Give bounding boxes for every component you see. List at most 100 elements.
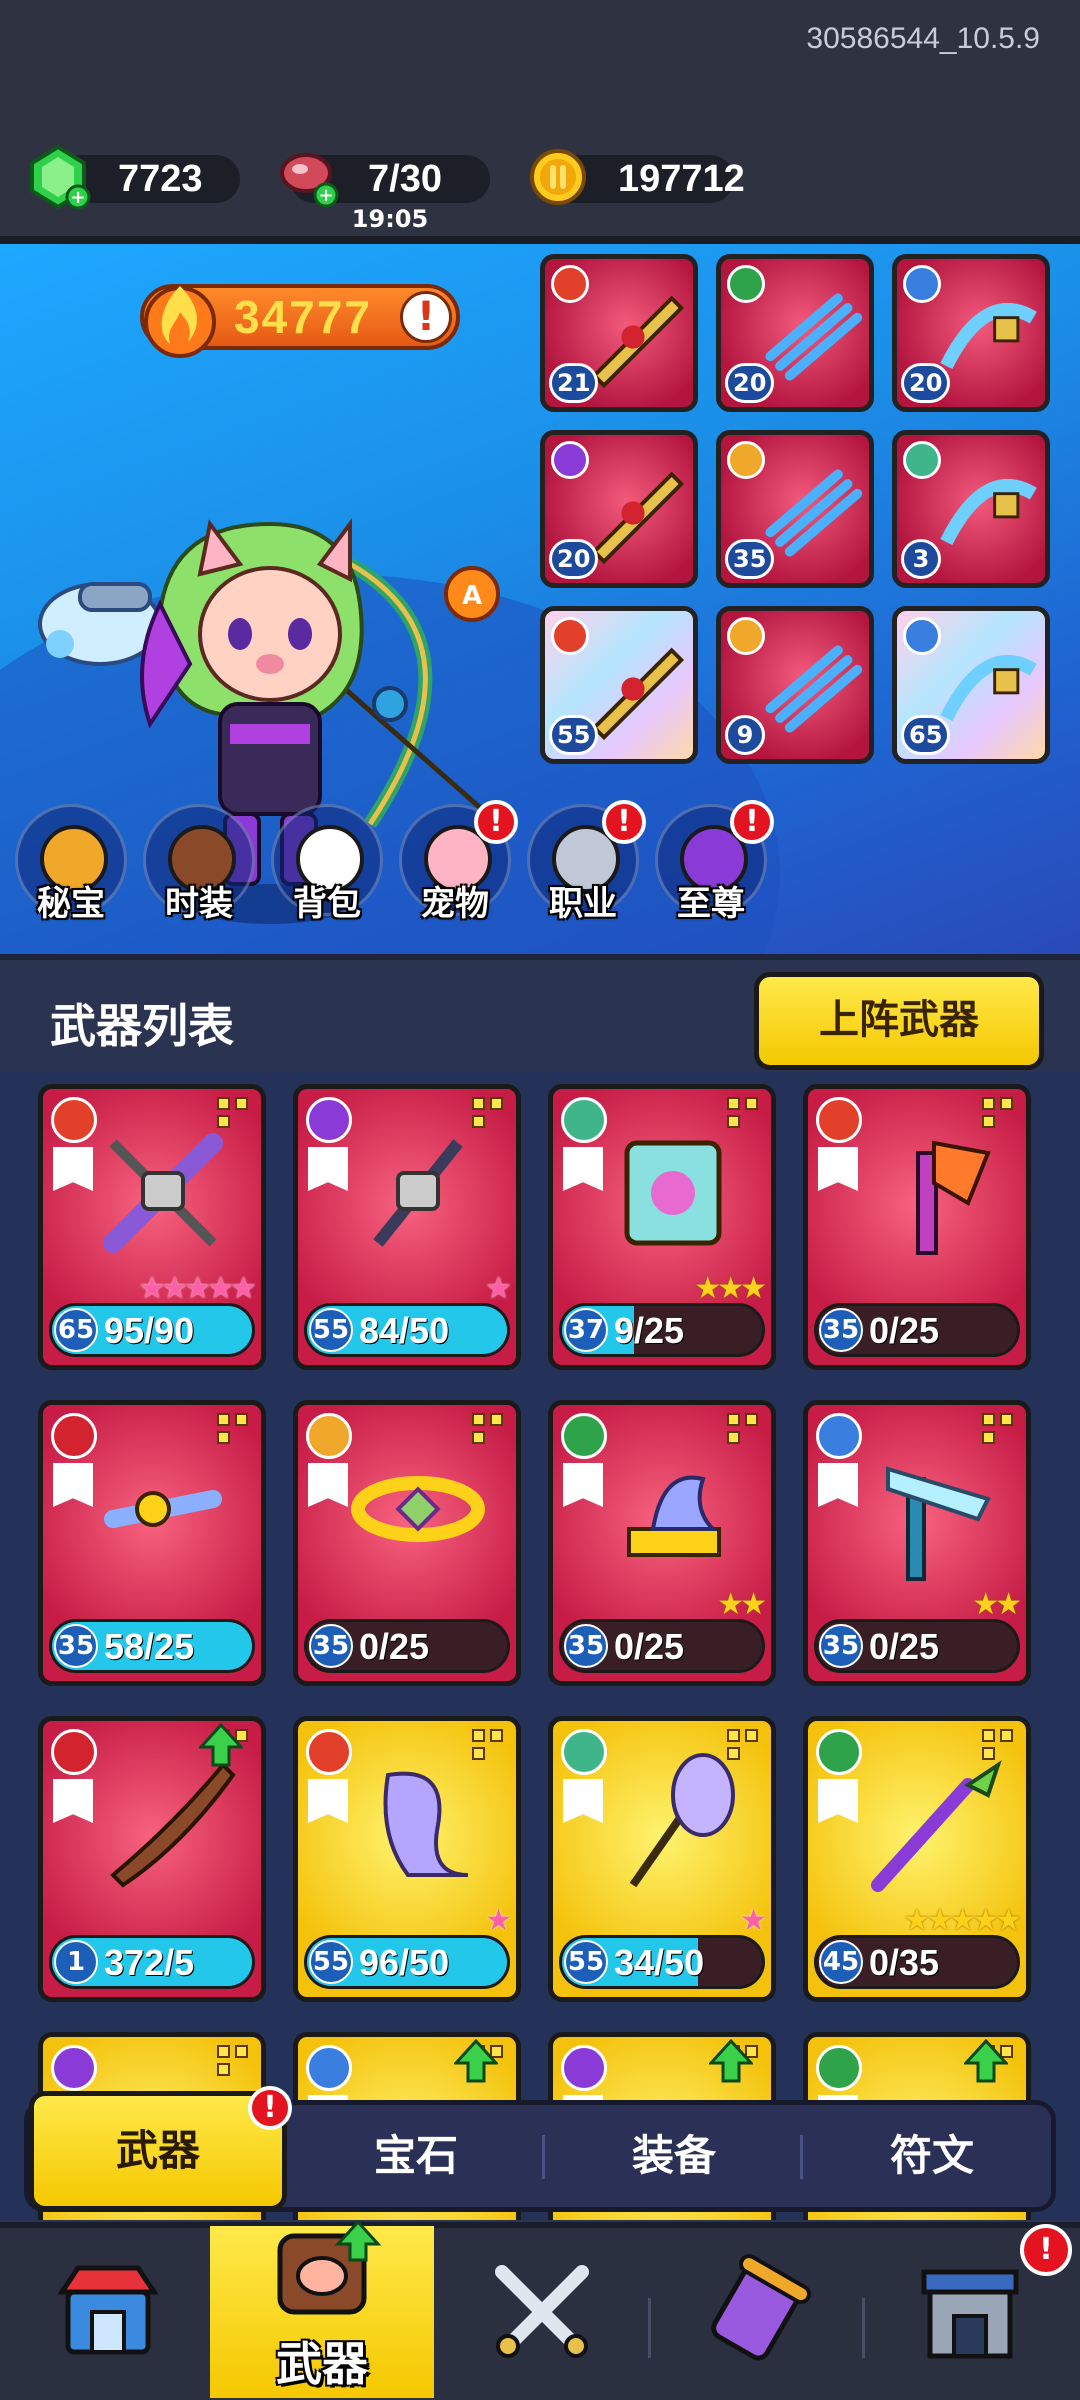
wind-element-icon bbox=[561, 1729, 607, 1775]
equipped-slot[interactable]: 20 bbox=[716, 254, 874, 412]
weapon-card[interactable]: ★★★★★ 45 0/35 bbox=[803, 1716, 1031, 2002]
lightning-element-icon bbox=[51, 2045, 97, 2091]
nav-label: 武器 bbox=[276, 2337, 368, 2391]
equipped-slot[interactable]: 55 bbox=[540, 606, 698, 764]
scroll-icon bbox=[711, 2254, 811, 2361]
slot-level: 20 bbox=[549, 539, 599, 579]
weapon-card[interactable]: 35 58/25 bbox=[38, 1400, 266, 1686]
weapon-card[interactable]: ★ 55 34/50 bbox=[548, 1716, 776, 2002]
class-ribbon-icon bbox=[563, 1147, 603, 1191]
weapon-card[interactable]: ★★★ 37 9/25 bbox=[548, 1084, 776, 1370]
weapon-card[interactable]: ★★ 35 0/25 bbox=[803, 1400, 1031, 1686]
shard-progress-bar: 55 84/50 bbox=[304, 1303, 510, 1357]
coin-value: 197712 bbox=[618, 157, 745, 200]
coin-counter[interactable]: 197712 bbox=[530, 149, 745, 205]
class-ribbon-icon bbox=[818, 1147, 858, 1191]
equipped-slot[interactable]: 21 bbox=[540, 254, 698, 412]
meat-icon: + bbox=[280, 153, 339, 208]
stamina-value: 7/30 bbox=[368, 157, 442, 200]
tab-runes[interactable]: 符文 bbox=[803, 2105, 1061, 2207]
stamina-counter[interactable]: + 7/30 19:05 bbox=[280, 153, 490, 233]
equipped-slot[interactable]: 20 bbox=[892, 254, 1050, 412]
gem-value: 7723 bbox=[118, 157, 203, 200]
star-rating: ★ bbox=[485, 1903, 512, 1938]
combat-power-value: 34777 bbox=[234, 291, 372, 343]
menu-treasure-pot[interactable]: 秘宝 bbox=[12, 804, 130, 956]
nav-weapon-chest[interactable]: 武器 bbox=[210, 2219, 434, 2398]
weapon-level: 1 bbox=[54, 1940, 98, 1984]
weapon-card[interactable]: 1 372/5 bbox=[38, 1716, 266, 2002]
equipped-slot[interactable]: 20 bbox=[540, 430, 698, 588]
building-icon bbox=[921, 2269, 1019, 2359]
holy-element-icon bbox=[306, 1413, 352, 1459]
nav-crossed-swords[interactable] bbox=[434, 2228, 650, 2400]
weapon-card[interactable]: 35 0/25 bbox=[293, 1400, 521, 1686]
version-label: 30586544_10.5.9 bbox=[806, 22, 1040, 55]
weapon-level: 35 bbox=[819, 1308, 863, 1352]
weapon-card[interactable]: 35 0/25 bbox=[803, 1084, 1031, 1370]
menu-label: 背包 bbox=[293, 884, 361, 924]
ice-element-icon bbox=[306, 2045, 352, 2091]
weapon-list-header: 武器列表 上阵武器 bbox=[0, 954, 1080, 1072]
equipped-slot[interactable]: 35 bbox=[716, 430, 874, 588]
equipped-slot[interactable]: 3 bbox=[892, 430, 1050, 588]
gem-counter[interactable]: + 7723 bbox=[30, 144, 240, 210]
weapon-card[interactable]: ★ 55 96/50 bbox=[293, 1716, 521, 2002]
weapon-chest-icon bbox=[277, 2219, 382, 2315]
tab-weapons[interactable]: 武器! bbox=[29, 2086, 292, 2211]
gold-coin-icon bbox=[530, 149, 586, 205]
menu-paw[interactable]: 宠物! bbox=[396, 800, 518, 956]
shard-progress-bar: 35 0/25 bbox=[559, 1619, 765, 1673]
nav-building[interactable]: ! bbox=[862, 2224, 1078, 2400]
menu-purple-gem[interactable]: 至尊! bbox=[652, 800, 774, 956]
hero-panel: 34777 ! A 21 20 20 20 35 3 55 9 65 秘宝 时装… bbox=[0, 244, 1080, 956]
weapon-icon bbox=[871, 1760, 1002, 1892]
weapon-card[interactable]: ★ 55 84/50 bbox=[293, 1084, 521, 1370]
rarity-dots-icon bbox=[472, 1729, 506, 1763]
crossed-swords-icon bbox=[495, 2265, 589, 2358]
svg-text:A: A bbox=[462, 581, 482, 611]
equipped-slot[interactable]: 9 bbox=[716, 606, 874, 764]
weapon-icon bbox=[351, 1476, 485, 1542]
weapon-card[interactable]: ★★ 35 0/25 bbox=[548, 1400, 776, 1686]
flame-icon bbox=[144, 286, 216, 358]
weapon-grid[interactable]: ★★★★★ 65 95/90 ★ 55 84/50 ★★★ 37 9/25 35 0/25 35 58/… bbox=[0, 1072, 1080, 2220]
class-ribbon-icon bbox=[563, 1463, 603, 1507]
weapon-icon bbox=[104, 1490, 222, 1528]
deploy-weapons-button[interactable]: 上阵武器 bbox=[754, 972, 1044, 1070]
weapon-icon bbox=[627, 1475, 721, 1557]
weapon-level: 35 bbox=[309, 1624, 353, 1668]
category-tabs: 武器! 宝石 装备 符文 bbox=[24, 2086, 1056, 2212]
shard-progress-bar: 35 58/25 bbox=[49, 1619, 255, 1673]
nav-shop[interactable] bbox=[0, 2228, 216, 2400]
nature-element-icon bbox=[561, 1413, 607, 1459]
slot-level: 9 bbox=[725, 715, 765, 755]
shard-progress-bar: 55 34/50 bbox=[559, 1935, 765, 1989]
star-rating: ★★ bbox=[717, 1587, 767, 1622]
shard-progress-bar: 45 0/35 bbox=[814, 1935, 1020, 1989]
equipped-slot[interactable]: 65 bbox=[892, 606, 1050, 764]
rarity-dots-icon bbox=[217, 1097, 251, 1131]
slot-level: 35 bbox=[725, 539, 775, 579]
menu-robot-backpack[interactable]: 背包 bbox=[268, 804, 386, 956]
alert-badge: ! bbox=[730, 800, 774, 844]
menu-sword-shield[interactable]: 职业! bbox=[524, 800, 646, 956]
tab-equipment[interactable]: 装备 bbox=[545, 2105, 803, 2207]
menu-label: 宠物 bbox=[421, 884, 489, 924]
rarity-dots-icon bbox=[727, 1097, 761, 1131]
blood-element-icon bbox=[51, 1413, 97, 1459]
weapon-icon bbox=[940, 479, 1037, 546]
star-rating: ★★★ bbox=[694, 1271, 767, 1306]
power-info-button[interactable]: ! bbox=[400, 291, 452, 343]
weapon-card[interactable]: ★★★★★ 65 95/90 bbox=[38, 1084, 266, 1370]
top-bar: 30586544_10.5.9 + 7723 + 7/30 19:05 1977… bbox=[0, 0, 1080, 240]
tab-label: 宝石 bbox=[373, 2131, 458, 2180]
slot-level: 65 bbox=[901, 715, 951, 755]
rarity-dots-icon bbox=[982, 1097, 1016, 1131]
fire-element-icon bbox=[51, 1097, 97, 1143]
tab-gems[interactable]: 宝石 bbox=[287, 2105, 545, 2207]
weapon-level: 55 bbox=[309, 1940, 353, 1984]
class-ribbon-icon bbox=[818, 1779, 858, 1823]
nav-scroll[interactable] bbox=[648, 2228, 864, 2400]
menu-cowboy-hat[interactable]: 时装 bbox=[140, 804, 258, 956]
